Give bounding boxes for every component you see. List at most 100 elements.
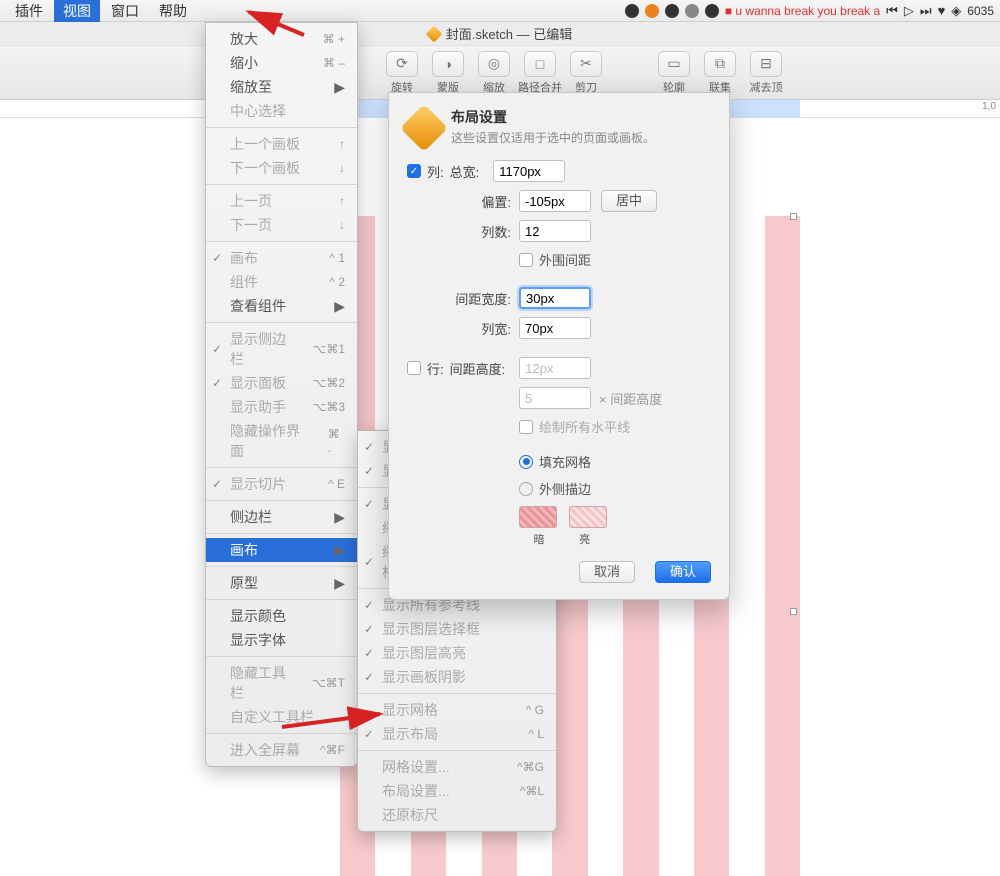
menu-item: 显示助手⌥⌘3 — [206, 395, 357, 419]
total-width-input[interactable] — [493, 160, 565, 182]
draw-lines-label: 绘制所有水平线 — [539, 417, 630, 436]
wifi-icon[interactable]: ◈ — [951, 3, 961, 19]
menu-item: 显示网格^ G — [358, 698, 556, 722]
window-titlebar: 封面.sketch — 已编辑 — [0, 22, 1000, 46]
fill-grid-label: 填充网格 — [539, 452, 591, 471]
tool-剪刀[interactable]: ✂剪刀 — [564, 51, 608, 95]
tool-蒙版[interactable]: ◑蒙版 — [426, 51, 470, 95]
menu-item: 布局设置...^⌘L — [358, 779, 556, 803]
columns-label: 列: — [427, 162, 444, 181]
col-width-input[interactable] — [519, 317, 591, 339]
menu-item: 自定义工具栏... — [206, 705, 357, 729]
cancel-button[interactable]: 取消 — [579, 561, 635, 583]
swatch-light[interactable] — [569, 506, 607, 528]
menu-item: ✓显示图层选择框 — [358, 617, 556, 641]
tool-缩放[interactable]: ◎缩放 — [472, 51, 516, 95]
menu-item: 隐藏操作界面⌘ . — [206, 419, 357, 463]
menu-item: 上一个画板↑ — [206, 132, 357, 156]
menu-window[interactable]: 窗口 — [102, 0, 148, 23]
menu-item[interactable]: 放大⌘ + — [206, 27, 357, 51]
menu-item: ✓画布^ 1 — [206, 246, 357, 270]
menu-item: ✓显示侧边栏⌥⌘1 — [206, 327, 357, 371]
row-mult-input — [519, 387, 591, 409]
fill-grid-radio[interactable] — [519, 455, 533, 469]
menu-help[interactable]: 帮助 — [150, 0, 196, 23]
sketch-icon — [400, 104, 448, 152]
media-prev[interactable]: ⏮ — [886, 3, 898, 19]
menu-item: ✓显示面板⌥⌘2 — [206, 371, 357, 395]
rows-label: 行: — [427, 359, 444, 378]
status-icon — [685, 4, 699, 18]
menu-item: 进入全屏幕^⌘F — [206, 738, 357, 762]
menu-item: ✓显示布局^ L — [358, 722, 556, 746]
tool-旋转[interactable]: ⟳旋转 — [380, 51, 424, 95]
menu-view[interactable]: 视图 — [54, 0, 100, 23]
menu-item[interactable]: 显示字体 — [206, 628, 357, 652]
media-next[interactable]: ⏭ — [920, 3, 932, 19]
center-button[interactable]: 居中 — [601, 190, 657, 212]
draw-lines-checkbox[interactable] — [519, 420, 533, 434]
tool-联集[interactable]: ⧉联集 — [698, 51, 742, 95]
menu-item[interactable]: 侧边栏▶ — [206, 505, 357, 529]
gutter-width-input[interactable] — [519, 287, 591, 309]
ok-button[interactable]: 确认 — [655, 561, 711, 583]
menu-item[interactable]: 画布▶ — [206, 538, 357, 562]
col-count-input[interactable] — [519, 220, 591, 242]
times-row-height: × 间距高度 — [599, 389, 662, 408]
ruler-label: 1,0 — [982, 101, 996, 112]
selection-handle[interactable] — [790, 213, 797, 220]
menu-item[interactable]: 缩小⌘ – — [206, 51, 357, 75]
window-title: 封面.sketch — 已编辑 — [446, 24, 572, 43]
tool-减去顶[interactable]: ⊟减去顶 — [744, 51, 788, 95]
layout-settings-dialog: 布局设置 这些设置仅适用于选中的页面或画板。 ✓ 列: 总宽: 偏置: 居中 列… — [388, 92, 730, 600]
view-menu-dropdown[interactable]: 放大⌘ +缩小⌘ –缩放至▶中心选择上一个画板↑下一个画板↓ 上一页↑下一页↓ ✓画… — [205, 22, 358, 767]
rows-checkbox[interactable] — [407, 361, 421, 375]
selection-handle[interactable] — [790, 608, 797, 615]
menubar-clock: 6035 — [967, 4, 994, 18]
columns-checkbox[interactable]: ✓ — [407, 164, 421, 178]
gutter-width-label: 间距宽度: — [407, 289, 519, 308]
menu-item: 隐藏工具栏⌥⌘T — [206, 661, 357, 705]
menu-item[interactable]: 显示颜色 — [206, 604, 357, 628]
tool-路径合并[interactable]: □路径合并 — [518, 51, 562, 95]
menu-plugins[interactable]: 插件 — [6, 0, 52, 23]
row-height-input — [519, 357, 591, 379]
menu-item: 网格设置...^⌘G — [358, 755, 556, 779]
status-icon — [665, 4, 679, 18]
macos-menubar: 插件 视图 窗口 帮助 ■ u wanna break you break a … — [0, 0, 1000, 22]
now-playing: ■ u wanna break you break a — [725, 4, 880, 18]
outer-gutter-checkbox[interactable] — [519, 253, 533, 267]
menu-item: 还原标尺 — [358, 803, 556, 827]
menu-item: ✓显示画板阴影 — [358, 665, 556, 689]
tool-轮廓[interactable]: ▭轮廓 — [652, 51, 696, 95]
menu-item: ✓显示图层高亮 — [358, 641, 556, 665]
row-height-label: 间距高度: — [450, 359, 514, 378]
offset-input[interactable] — [519, 190, 591, 212]
menu-item[interactable]: 查看组件▶ — [206, 294, 357, 318]
col-count-label: 列数: — [407, 222, 519, 241]
media-play[interactable]: ▷ — [904, 3, 914, 19]
swatch-dark[interactable] — [519, 506, 557, 528]
menu-item: 上一页↑ — [206, 189, 357, 213]
status-icon — [705, 4, 719, 18]
outer-gutter-label: 外围间距 — [539, 250, 591, 269]
menu-item: 组件^ 2 — [206, 270, 357, 294]
menu-item: 下一个画板↓ — [206, 156, 357, 180]
dialog-subtitle: 这些设置仅适用于选中的页面或画板。 — [451, 129, 655, 146]
status-icon — [625, 4, 639, 18]
status-icon — [645, 4, 659, 18]
offset-label: 偏置: — [407, 192, 519, 211]
menu-item: 中心选择 — [206, 99, 357, 123]
sketch-icon — [425, 25, 442, 42]
outline-radio[interactable] — [519, 482, 533, 496]
outline-label: 外侧描边 — [539, 479, 591, 498]
menu-item[interactable]: 原型▶ — [206, 571, 357, 595]
total-width-label: 总宽: — [450, 162, 488, 181]
menu-item: ✓显示切片^ E — [206, 472, 357, 496]
heart-icon[interactable]: ♥ — [938, 3, 946, 18]
menu-item[interactable]: 缩放至▶ — [206, 75, 357, 99]
menu-item: 下一页↓ — [206, 213, 357, 237]
menubar-status: ■ u wanna break you break a ⏮ ▷ ⏭ ♥ ◈ 60… — [625, 3, 994, 19]
col-width-label: 列宽: — [407, 319, 519, 338]
dialog-title: 布局设置 — [451, 109, 507, 125]
